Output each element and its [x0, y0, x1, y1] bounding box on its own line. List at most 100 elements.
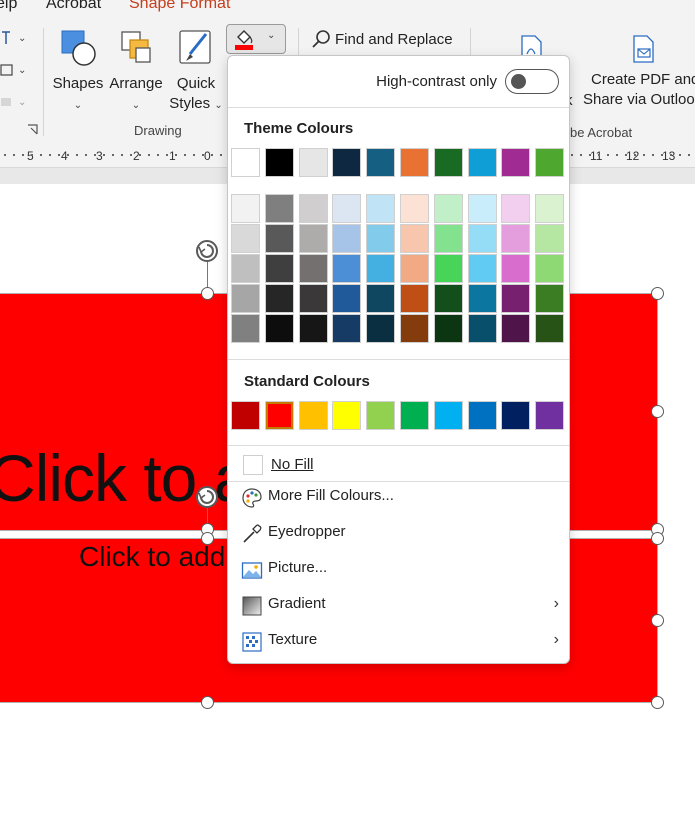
- theme-shade-swatch[interactable]: [332, 284, 362, 313]
- theme-shade-swatch[interactable]: [366, 254, 396, 283]
- theme-shade-swatch[interactable]: [433, 284, 463, 313]
- theme-shade-swatch[interactable]: [298, 194, 328, 223]
- picture-item[interactable]: Picture...: [228, 551, 569, 587]
- create-pdf-share-button[interactable]: Create PDF and Share via Outlook: [582, 34, 695, 110]
- theme-colour-swatch[interactable]: [298, 148, 328, 177]
- theme-colour-swatch[interactable]: [264, 148, 294, 177]
- theme-shade-swatch[interactable]: [332, 254, 362, 283]
- find-replace-button[interactable]: Find and Replace: [311, 29, 453, 49]
- theme-shade-swatch[interactable]: [332, 194, 362, 223]
- theme-colour-swatch[interactable]: [467, 148, 497, 177]
- theme-shade-swatch[interactable]: [501, 254, 531, 283]
- resize-handle[interactable]: [651, 532, 664, 545]
- theme-shade-swatch[interactable]: [467, 314, 497, 343]
- theme-shade-swatch[interactable]: [535, 284, 565, 313]
- theme-shade-swatch[interactable]: [400, 224, 429, 253]
- theme-shade-swatch[interactable]: [264, 254, 294, 283]
- theme-shade-swatch[interactable]: [231, 224, 260, 253]
- texture-item[interactable]: Texture ›: [228, 623, 569, 659]
- theme-colour-swatch[interactable]: [501, 148, 531, 177]
- theme-shade-swatch[interactable]: [501, 284, 531, 313]
- tab-shape-format[interactable]: Shape Format: [129, 0, 230, 13]
- shapes-button[interactable]: Shapes ⌄: [52, 28, 104, 116]
- resize-handle[interactable]: [201, 287, 214, 300]
- standard-colour-swatch[interactable]: [231, 401, 260, 430]
- partial-control-1[interactable]: ⌄: [0, 30, 26, 46]
- theme-shade-swatch[interactable]: [467, 224, 497, 253]
- theme-shade-swatch[interactable]: [332, 314, 362, 343]
- standard-colour-swatch[interactable]: [467, 401, 497, 430]
- theme-shade-swatch[interactable]: [332, 224, 362, 253]
- standard-colour-swatch[interactable]: [366, 401, 396, 430]
- quick-styles-button[interactable]: Quick Styles ⌄: [168, 28, 224, 116]
- theme-colour-swatch[interactable]: [400, 148, 429, 177]
- theme-shade-swatch[interactable]: [298, 284, 328, 313]
- theme-shade-swatch[interactable]: [366, 284, 396, 313]
- theme-shade-swatch[interactable]: [535, 254, 565, 283]
- theme-shade-swatch[interactable]: [231, 254, 260, 283]
- resize-handle[interactable]: [651, 405, 664, 418]
- partial-control-2[interactable]: ⌄: [0, 62, 26, 78]
- theme-shade-swatch[interactable]: [366, 314, 396, 343]
- standard-colour-swatch[interactable]: [400, 401, 429, 430]
- eyedropper-item[interactable]: Eyedropper: [228, 515, 569, 551]
- theme-shade-swatch[interactable]: [400, 194, 429, 223]
- theme-shade-swatch[interactable]: [433, 254, 463, 283]
- theme-shade-swatch[interactable]: [264, 224, 294, 253]
- theme-shade-swatch[interactable]: [535, 224, 565, 253]
- theme-shade-swatch[interactable]: [467, 194, 497, 223]
- theme-shade-swatch[interactable]: [231, 284, 260, 313]
- theme-shade-swatch[interactable]: [231, 194, 260, 223]
- resize-handle[interactable]: [651, 287, 664, 300]
- theme-shade-swatch[interactable]: [467, 284, 497, 313]
- gradient-item[interactable]: Gradient ›: [228, 587, 569, 623]
- resize-handle[interactable]: [651, 614, 664, 627]
- theme-shade-swatch[interactable]: [298, 254, 328, 283]
- theme-shade-swatch[interactable]: [433, 194, 463, 223]
- no-fill-item[interactable]: No Fill: [228, 449, 569, 481]
- theme-shade-swatch[interactable]: [535, 314, 565, 343]
- dialog-launcher-icon[interactable]: [27, 124, 39, 136]
- standard-colour-swatch[interactable]: [332, 401, 362, 430]
- theme-shade-swatch[interactable]: [366, 194, 396, 223]
- theme-shade-swatch[interactable]: [264, 194, 294, 223]
- theme-shade-swatch[interactable]: [501, 224, 531, 253]
- theme-shade-swatch[interactable]: [400, 314, 429, 343]
- theme-colour-swatch[interactable]: [433, 148, 463, 177]
- theme-shade-swatch[interactable]: [298, 314, 328, 343]
- theme-shade-swatch[interactable]: [467, 254, 497, 283]
- subtitle-placeholder-text[interactable]: Click to add: [79, 541, 225, 573]
- theme-shade-swatch[interactable]: [433, 314, 463, 343]
- resize-handle[interactable]: [201, 532, 214, 545]
- tab-acrobat[interactable]: Acrobat: [46, 0, 101, 13]
- theme-shade-swatch[interactable]: [400, 284, 429, 313]
- theme-shade-swatch[interactable]: [298, 224, 328, 253]
- standard-colour-swatch[interactable]: [298, 401, 328, 430]
- theme-shade-swatch[interactable]: [400, 254, 429, 283]
- standard-colour-swatch[interactable]: [264, 401, 294, 430]
- theme-shade-swatch[interactable]: [366, 224, 396, 253]
- theme-shade-swatch[interactable]: [264, 284, 294, 313]
- theme-colour-swatch[interactable]: [332, 148, 362, 177]
- high-contrast-toggle[interactable]: [505, 69, 559, 94]
- resize-handle[interactable]: [651, 696, 664, 709]
- theme-shade-swatch[interactable]: [535, 194, 565, 223]
- theme-shade-swatch[interactable]: [264, 314, 294, 343]
- theme-colour-swatch[interactable]: [366, 148, 396, 177]
- theme-colour-swatch[interactable]: [231, 148, 260, 177]
- theme-shade-swatch[interactable]: [501, 194, 531, 223]
- resize-handle[interactable]: [201, 696, 214, 709]
- theme-shade-swatch[interactable]: [501, 314, 531, 343]
- partial-control-3[interactable]: ⌄: [0, 94, 26, 110]
- arrange-button[interactable]: Arrange ⌄: [107, 28, 165, 116]
- standard-colour-swatch[interactable]: [535, 401, 565, 430]
- shape-fill-button[interactable]: ⌄: [226, 24, 286, 54]
- standard-colour-swatch[interactable]: [433, 401, 463, 430]
- more-fill-colours-item[interactable]: More Fill Colours...: [228, 479, 569, 515]
- theme-shade-swatch[interactable]: [433, 224, 463, 253]
- standard-colour-swatch[interactable]: [501, 401, 531, 430]
- tab-help[interactable]: elp: [0, 0, 17, 13]
- rotate-handle-icon[interactable]: [193, 237, 223, 267]
- theme-colour-swatch[interactable]: [535, 148, 565, 177]
- rotate-handle-icon[interactable]: [193, 483, 223, 513]
